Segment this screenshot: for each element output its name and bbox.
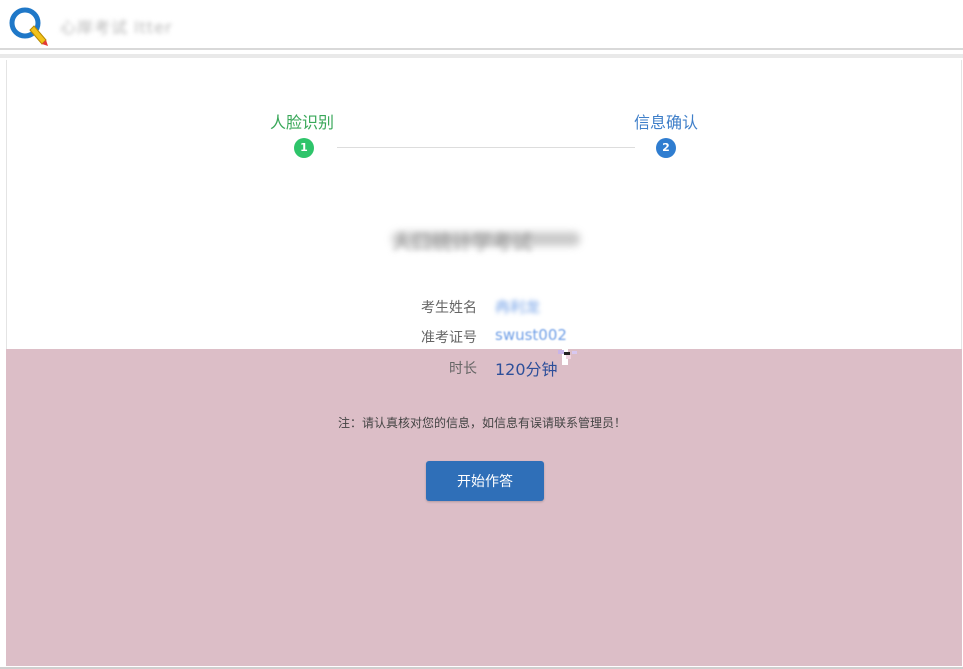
id-value: swust002 [495,326,567,344]
step-2-indicator: 2 [656,138,676,158]
step-label-face-recognition: 人脸识别 [270,113,335,132]
header-divider [0,48,963,50]
id-label: 准考证号 [421,330,477,346]
q-magnifier-pencil-logo-icon [9,7,48,46]
page: 心岸考试 ltter 人脸识别 信息确认 1 2 人口统计学考试 考生姓名 冉利… [0,0,963,669]
brand-name: 心岸考试 ltter [60,18,173,37]
name-value: 冉利龙 [495,298,541,316]
render-artifact [558,350,577,359]
step-1-indicator: 1 [294,138,314,158]
step-label-info-confirm: 信息确认 [634,113,699,132]
duration-label: 时长 [449,361,477,377]
overlay-region [6,349,962,666]
verification-note: 注：请认真核对您的信息，如信息有误请联系管理员！ [338,416,627,430]
step-connector-line [337,147,635,148]
duration-value: 120分钟 [495,360,558,379]
header: 心岸考试 ltter [0,0,963,48]
header-divider-secondary [0,54,963,58]
start-answer-button[interactable]: 开始作答 [426,461,544,501]
name-label: 考生姓名 [421,300,477,316]
exam-title: 人口统计学考试 [392,230,532,254]
